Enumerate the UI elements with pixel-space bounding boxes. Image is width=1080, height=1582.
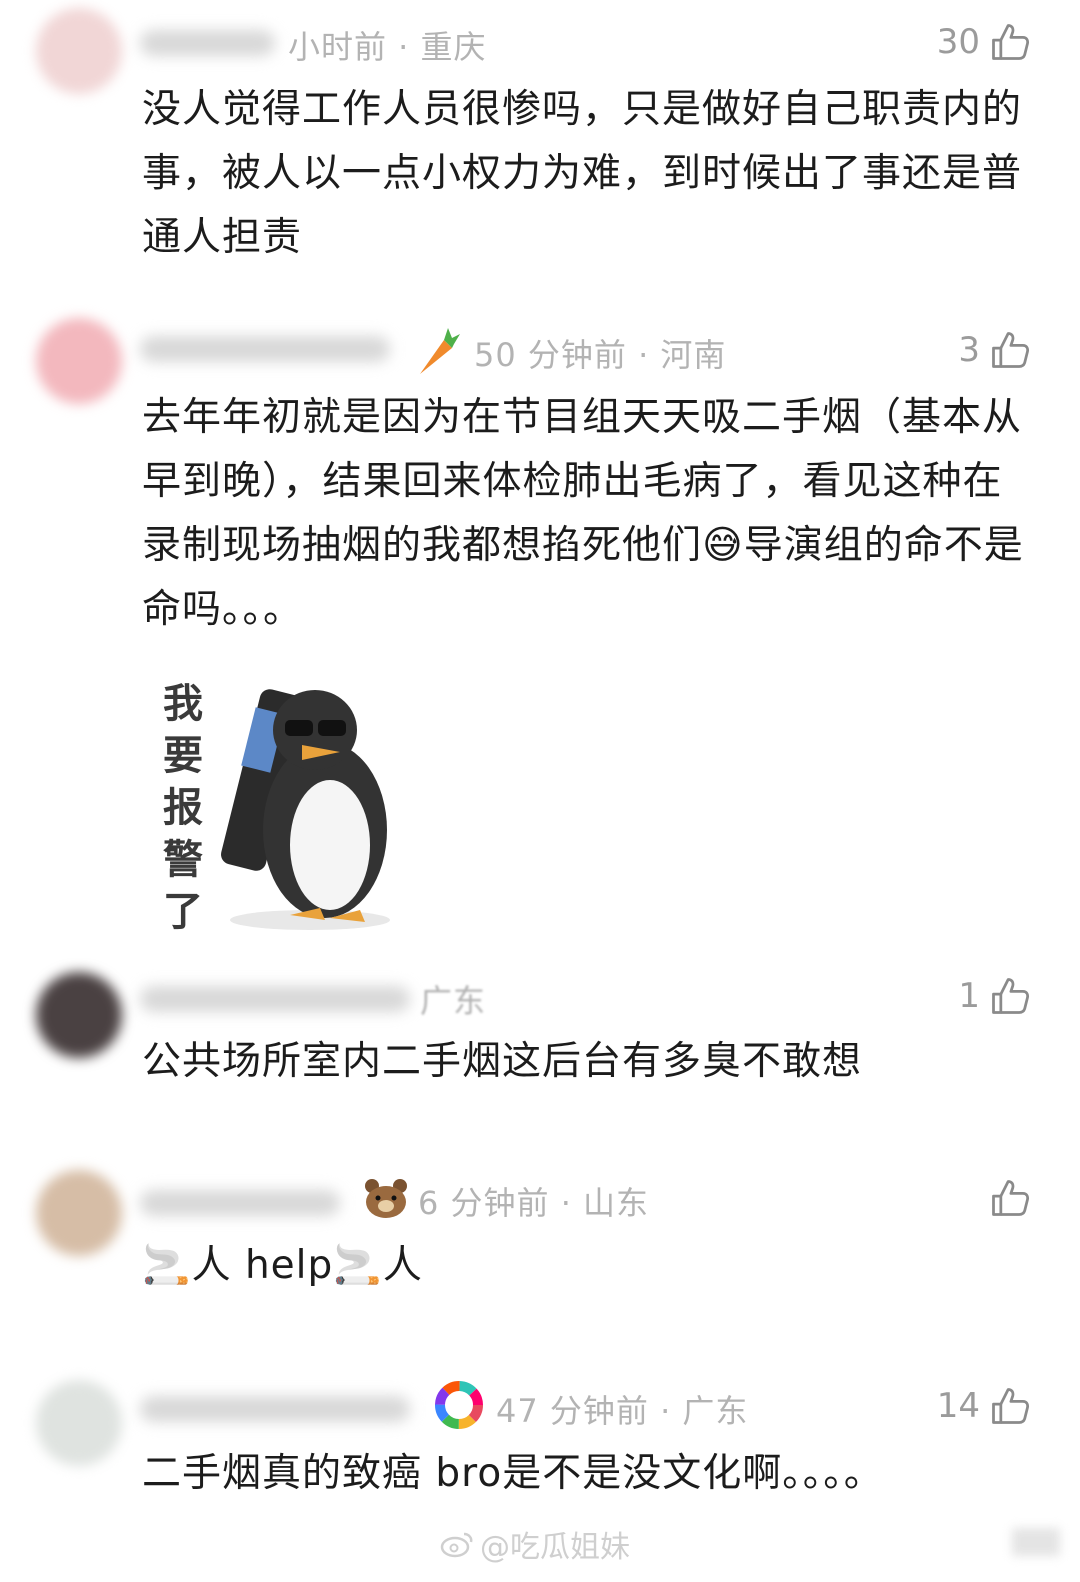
weibo-logo-icon [440, 1532, 473, 1558]
thumbs-up-icon [988, 328, 1032, 372]
username[interactable] [140, 1396, 410, 1422]
like-button[interactable] [980, 1176, 1032, 1220]
comment-text: 没人觉得工作人员很惨吗，只是做好自己职责内的事，被人以一点小权力为难，到时候出了… [142, 87, 1023, 260]
comment-meta: 小时前 · 重庆 [288, 28, 487, 66]
cigarette-emoji: 🚬 [333, 1243, 383, 1288]
cigarette-emoji: 🚬 [142, 1243, 192, 1288]
penguin-phone-sticker[interactable]: 我要报警了 [150, 670, 410, 940]
bear-icon [365, 1179, 407, 1218]
sweat-smile-emoji: 😅 [702, 523, 744, 568]
username[interactable] [140, 1190, 340, 1216]
username[interactable] [140, 30, 275, 56]
comment-text: 二手烟真的致癌 bro是不是没文化啊。。。。 [142, 1451, 884, 1496]
comment-text: 🚬人 help🚬人 [142, 1234, 1042, 1298]
thumbs-up-icon [988, 1384, 1032, 1428]
like-button[interactable]: 14 [937, 1384, 1032, 1428]
avatar[interactable] [36, 972, 122, 1058]
comment-text-part: 人 help [191, 1243, 334, 1288]
carrot-icon [420, 328, 460, 374]
comment-text-part: 人 [382, 1243, 423, 1288]
username[interactable] [140, 336, 390, 362]
comment-meta: 6 分钟前 · 山东 [418, 1184, 650, 1222]
like-button[interactable]: 3 [958, 328, 1032, 372]
comment-text: 去年年初就是因为在节目组天天吸二手烟（基本从早到晚），结果回来体检肺出毛病了，看… [142, 386, 1042, 642]
watermark-text: @吃瓜姐妹 [480, 1530, 630, 1565]
thumbs-up-icon [988, 974, 1032, 1018]
like-count: 1 [958, 976, 980, 1016]
watermark: @吃瓜姐妹 [440, 1522, 630, 1566]
comment-meta: 47 分钟前 · 广东 [496, 1392, 749, 1430]
username[interactable] [140, 986, 410, 1012]
like-count: 3 [958, 330, 980, 370]
comment-meta: 50 分钟前 · 河南 [474, 336, 727, 374]
avatar[interactable] [36, 8, 122, 94]
avatar[interactable] [36, 1170, 122, 1256]
thumbs-up-icon [988, 1176, 1032, 1220]
like-button[interactable]: 30 [937, 20, 1032, 64]
like-count: 14 [936, 1386, 980, 1426]
penguin-icon [221, 689, 390, 930]
colorful-ring-icon [435, 1381, 483, 1429]
comment-text: 公共场所室内二手烟这后台有多臭不敢想 [142, 1039, 863, 1084]
avatar[interactable] [36, 318, 122, 404]
like-button[interactable]: 1 [958, 974, 1032, 1018]
thumbs-up-icon [988, 20, 1032, 64]
comment-meta: 广东 [420, 982, 487, 1020]
like-count: 30 [936, 22, 980, 62]
corner-mark [1012, 1528, 1060, 1556]
avatar[interactable] [36, 1380, 122, 1466]
